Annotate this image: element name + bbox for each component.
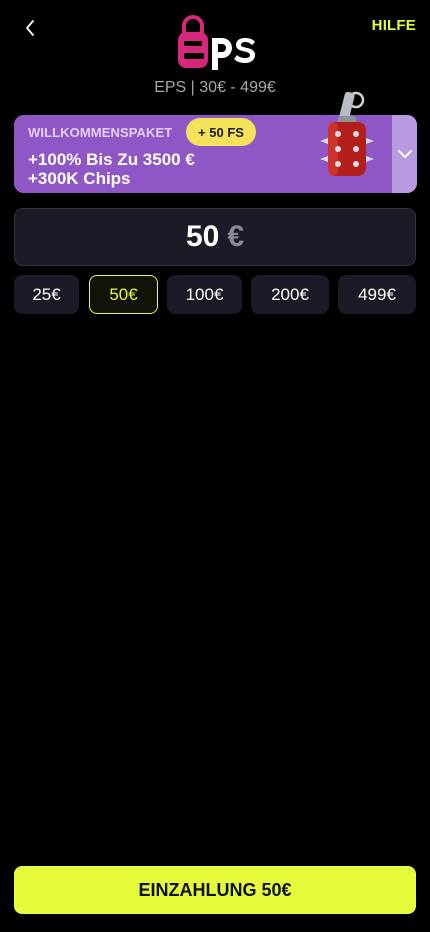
amount-input[interactable]: 50 € bbox=[14, 208, 416, 266]
preset-499[interactable]: 499€ bbox=[338, 275, 416, 314]
promo-bonus-line: +100% Bis Zu 3500 € bbox=[28, 150, 195, 169]
deposit-button[interactable]: EINZAHLUNG 50€ bbox=[14, 866, 416, 914]
help-link[interactable]: HILFE bbox=[372, 17, 416, 34]
preset-50[interactable]: 50€ bbox=[89, 275, 158, 314]
promo-chips-line: +300K Chips bbox=[28, 169, 131, 188]
promo-label: WILLKOMMENSPAKET bbox=[28, 125, 173, 140]
chevron-left-icon bbox=[26, 20, 34, 36]
preset-25[interactable]: 25€ bbox=[14, 275, 79, 314]
promo-expand-button[interactable] bbox=[392, 115, 417, 193]
grenade-icon bbox=[320, 91, 374, 176]
back-button[interactable] bbox=[16, 14, 44, 42]
free-spins-badge: + 50 FS bbox=[186, 118, 256, 146]
preset-200[interactable]: 200€ bbox=[251, 275, 329, 314]
amount-value: 50 bbox=[185, 220, 220, 253]
eps-logo bbox=[178, 15, 255, 70]
chevron-down-icon bbox=[397, 150, 412, 158]
amount-currency: € bbox=[227, 220, 245, 253]
preset-100[interactable]: 100€ bbox=[167, 275, 242, 314]
